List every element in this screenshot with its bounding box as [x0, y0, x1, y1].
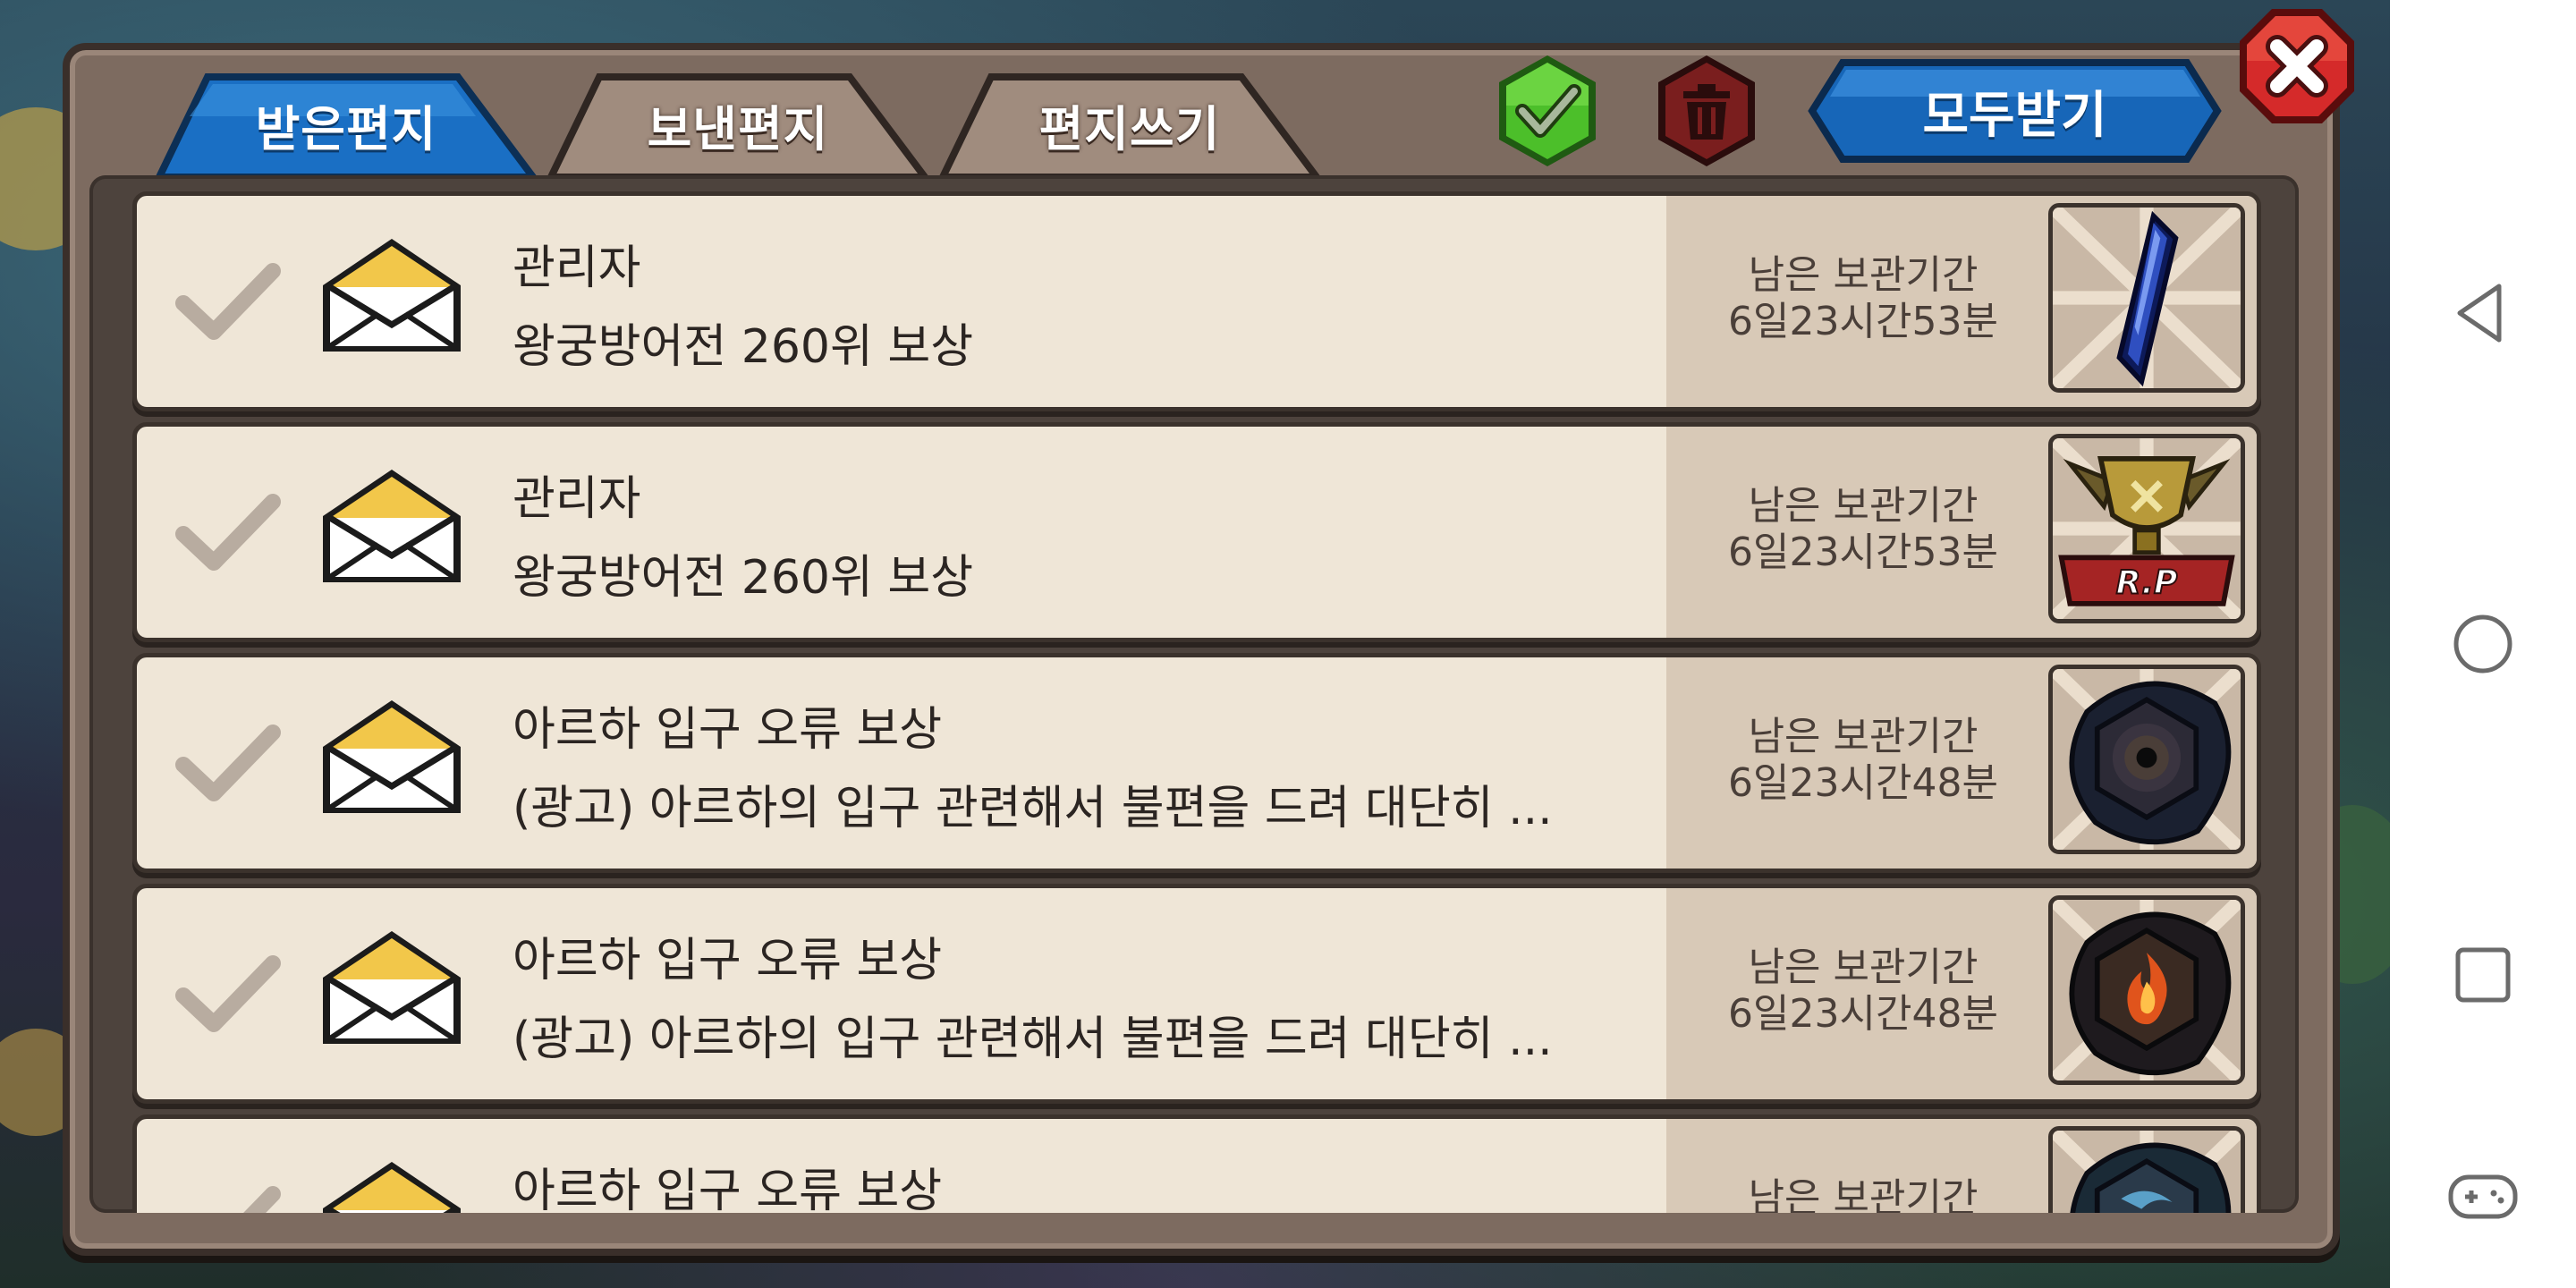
green-check-icon: [1499, 55, 1596, 166]
blue-crystal-icon: [2053, 208, 2241, 388]
mail-subject: (광고) 아르하의 입구 관련해서 불편을 드려 대단히 ...: [513, 782, 1553, 835]
mail-subject: (광고) 아르하의 입구 관련해서 불편을 드려 대단히 ...: [513, 1013, 1553, 1066]
mail-sender: 관리자: [513, 472, 641, 526]
reward-item[interactable]: R.P: [2048, 434, 2245, 623]
mail-sender: 관리자: [513, 242, 641, 295]
reward-item[interactable]: [2048, 665, 2245, 854]
nav-back-button[interactable]: [2447, 277, 2519, 349]
mail-sender: 아르하 입구 오류 보상: [513, 703, 943, 757]
mail-subject: 왕궁방어전 260위 보상: [513, 320, 974, 374]
reward-item[interactable]: [2048, 895, 2245, 1085]
tab-sent-label: 보낸편지: [647, 100, 829, 157]
nav-recents-button[interactable]: [2447, 939, 2519, 1011]
check-icon[interactable]: [173, 258, 284, 348]
check-icon[interactable]: [173, 720, 284, 809]
mail-subject: 왕궁방어전 260위 보상: [513, 551, 974, 605]
reward-item[interactable]: [2048, 203, 2245, 393]
mail-row[interactable]: 아르하 입구 오류 보상 남은 보관기간: [132, 1114, 2261, 1213]
gamepad-icon: [2448, 1174, 2518, 1219]
mail-list[interactable]: 관리자 왕궁방어전 260위 보상 남은 보관기간 6일23시간53분 관리자 …: [89, 175, 2299, 1213]
expiry-time: 6일23시간53분: [1728, 299, 1998, 344]
check-icon[interactable]: [173, 1182, 284, 1213]
nav-game-button[interactable]: [2447, 1161, 2519, 1233]
envelope-icon: [323, 470, 461, 582]
water-rune-icon: [2053, 1131, 2241, 1213]
mail-row[interactable]: 아르하 입구 오류 보상 (광고) 아르하의 입구 관련해서 불편을 드려 대단…: [132, 884, 2261, 1104]
close-button[interactable]: [2236, 5, 2358, 127]
check-icon[interactable]: [173, 951, 284, 1040]
svg-text:R.P: R.P: [2116, 563, 2178, 601]
reward-item[interactable]: [2048, 1126, 2245, 1213]
back-icon: [2457, 284, 2502, 343]
receive-all-button[interactable]: 모두받기: [1807, 57, 2223, 165]
tab-received[interactable]: 받은편지: [154, 72, 538, 177]
mail-row[interactable]: 관리자 왕궁방어전 260위 보상 남은 보관기간 6일23시간53분 R.P: [132, 422, 2261, 642]
mail-sender: 아르하 입구 오류 보상: [513, 934, 943, 987]
expiry-time: 6일23시간53분: [1728, 530, 1998, 575]
tab-sent[interactable]: 보낸편지: [546, 72, 930, 177]
envelope-icon: [323, 239, 461, 352]
close-icon: [2240, 9, 2354, 123]
expiry-time: 6일23시간48분: [1728, 991, 1998, 1037]
delete-button[interactable]: [1648, 52, 1766, 170]
select-all-button[interactable]: [1488, 52, 1606, 170]
tab-received-label: 받은편지: [255, 100, 437, 157]
fire-rune-icon: [2053, 900, 2241, 1080]
expiry-time: 6일23시간48분: [1728, 760, 1998, 806]
mail-sender: 아르하 입구 오류 보상: [513, 1165, 943, 1213]
envelope-icon: [323, 1162, 461, 1213]
receive-all-label: 모두받기: [1922, 86, 2107, 145]
check-icon[interactable]: [173, 489, 284, 579]
tab-compose-label: 편지쓰기: [1038, 100, 1221, 157]
rp-trophy-icon: R.P: [2053, 438, 2241, 619]
recents-icon: [2455, 947, 2511, 1003]
dark-eye-rune-icon: [2053, 669, 2241, 850]
system-nav-bar: [2390, 0, 2576, 1288]
envelope-icon: [323, 931, 461, 1044]
trash-icon: [1658, 55, 1755, 166]
nav-home-button[interactable]: [2447, 608, 2519, 680]
expiry-label: 남은 보관기간: [1748, 1175, 1979, 1213]
tab-compose[interactable]: 편지쓰기: [937, 72, 1322, 177]
home-icon: [2453, 614, 2512, 674]
mail-row[interactable]: 아르하 입구 오류 보상 (광고) 아르하의 입구 관련해서 불편을 드려 대단…: [132, 653, 2261, 873]
envelope-icon: [323, 700, 461, 813]
mail-row[interactable]: 관리자 왕궁방어전 260위 보상 남은 보관기간 6일23시간53분: [132, 191, 2261, 411]
